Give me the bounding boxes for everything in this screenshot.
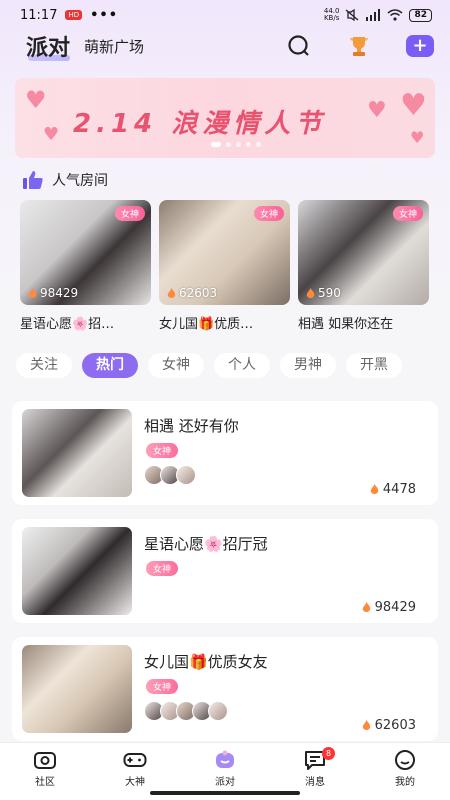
party-icon <box>216 750 234 768</box>
top-nav: 派对 萌新广场 + <box>0 30 450 62</box>
smile-icon <box>395 750 415 770</box>
status-right: 44.0 KB/s 82 <box>324 8 432 22</box>
notification-badge: HD <box>65 10 83 20</box>
nav-subtitle[interactable]: 萌新广场 <box>84 36 144 57</box>
network-speed: 44.0 KB/s <box>323 7 340 22</box>
nav-label: 社区 <box>35 777 55 788</box>
popular-rooms: 女神 98429 星语心愿🌸招… 女神 62603 女儿国🎁优质… 女神 590… <box>20 200 429 332</box>
room-tag: 女神 <box>146 679 179 694</box>
room-heat: 98429 <box>362 600 416 615</box>
fire-icon <box>28 287 37 298</box>
heart-icon: ♥ <box>367 98 387 123</box>
room-title: 星语心愿🌸招厅冠 <box>144 535 268 553</box>
fire-icon <box>167 287 176 298</box>
create-room-button[interactable]: + <box>406 35 434 57</box>
room-heat: 62603 <box>167 286 217 300</box>
popular-room-card[interactable]: 女神 590 相遇 如果你还在 <box>298 200 429 332</box>
status-time: 11:17 <box>20 7 58 23</box>
room-heat: 4478 <box>370 482 416 497</box>
room-tag: 女神 <box>253 206 284 221</box>
room-list-item[interactable]: 相遇 还好有你 女神 4478 <box>12 401 438 505</box>
nav-icons: + <box>286 33 434 59</box>
thumbs-up-icon <box>23 171 43 189</box>
room-name: 女儿国🎁优质… <box>159 317 254 332</box>
avatar <box>208 701 228 721</box>
heart-icon: ♥ <box>25 86 47 114</box>
promo-banner[interactable]: ♥ ♥ ♥ ♥ ♥ 2.14 浪漫情人节 <box>15 78 435 158</box>
popular-room-card[interactable]: 女神 62603 女儿国🎁优质… <box>159 200 290 332</box>
tab-male-god[interactable]: 男神 <box>280 353 336 378</box>
search-icon[interactable] <box>286 33 312 59</box>
status-bar: 11:17 HD ••• 44.0 KB/s 82 <box>0 0 450 30</box>
tab-gaming[interactable]: 开黑 <box>346 353 402 378</box>
avatar <box>176 465 196 485</box>
room-cover <box>22 409 132 497</box>
popular-section-title: 人气房间 <box>22 170 108 190</box>
member-avatars <box>144 701 228 721</box>
room-tag: 女神 <box>392 206 423 221</box>
signal-icon <box>366 9 381 21</box>
room-cover: 女神 62603 <box>159 200 290 305</box>
popular-room-card[interactable]: 女神 98429 星语心愿🌸招… <box>20 200 151 332</box>
tab-personal[interactable]: 个人 <box>214 353 270 378</box>
room-cover <box>22 527 132 615</box>
camera-icon <box>34 752 56 769</box>
fire-icon <box>362 720 370 731</box>
room-cover <box>22 645 132 733</box>
battery-level: 82 <box>409 8 432 22</box>
mute-icon <box>346 9 359 21</box>
heart-icon: ♥ <box>400 88 427 123</box>
banner-pagination <box>211 142 261 147</box>
gamepad-icon <box>123 753 147 767</box>
home-indicator <box>150 791 300 795</box>
brand-title[interactable]: 派对 <box>26 30 71 62</box>
room-heat: 98429 <box>28 286 78 300</box>
more-notifications-icon: ••• <box>90 7 119 23</box>
room-title: 相遇 还好有你 <box>144 417 239 435</box>
member-avatars <box>144 465 196 485</box>
status-left: 11:17 HD ••• <box>20 8 118 23</box>
room-name: 相遇 如果你还在 <box>298 317 394 332</box>
fire-icon <box>362 602 370 613</box>
room-name: 星语心愿🌸招… <box>20 317 115 332</box>
banner-title: 2.14 浪漫情人节 <box>73 109 327 139</box>
room-title: 女儿国🎁优质女友 <box>144 653 268 671</box>
nav-community[interactable]: 社区 <box>10 743 80 800</box>
room-heat: 590 <box>306 286 341 300</box>
category-tabs: 关注 热门 女神 个人 男神 开黑 <box>16 353 402 378</box>
room-heat: 62603 <box>362 718 416 733</box>
fire-icon <box>306 287 315 298</box>
nav-label: 消息 <box>305 777 325 788</box>
nav-profile[interactable]: 我的 <box>370 743 440 800</box>
tab-hot[interactable]: 热门 <box>82 353 138 378</box>
nav-label: 我的 <box>395 777 415 788</box>
nav-label: 派对 <box>215 777 235 788</box>
room-tag: 女神 <box>114 206 145 221</box>
tab-follow[interactable]: 关注 <box>16 353 72 378</box>
heart-icon: ♥ <box>43 124 60 145</box>
room-tag: 女神 <box>146 443 179 458</box>
room-tag: 女神 <box>146 561 179 576</box>
wifi-icon <box>387 9 403 21</box>
room-cover: 女神 98429 <box>20 200 151 305</box>
unread-badge: 8 <box>322 747 336 760</box>
trophy-icon[interactable] <box>346 33 372 59</box>
popular-title-text: 人气房间 <box>52 173 108 189</box>
room-list-item[interactable]: 星语心愿🌸招厅冠 女神 98429 <box>12 519 438 623</box>
heart-icon: ♥ <box>410 128 425 147</box>
nav-label: 大神 <box>125 777 145 788</box>
fire-icon <box>370 484 379 495</box>
tab-goddess[interactable]: 女神 <box>148 353 204 378</box>
room-list-item[interactable]: 女儿国🎁优质女友 女神 62603 <box>12 637 438 741</box>
room-cover: 女神 590 <box>298 200 429 305</box>
